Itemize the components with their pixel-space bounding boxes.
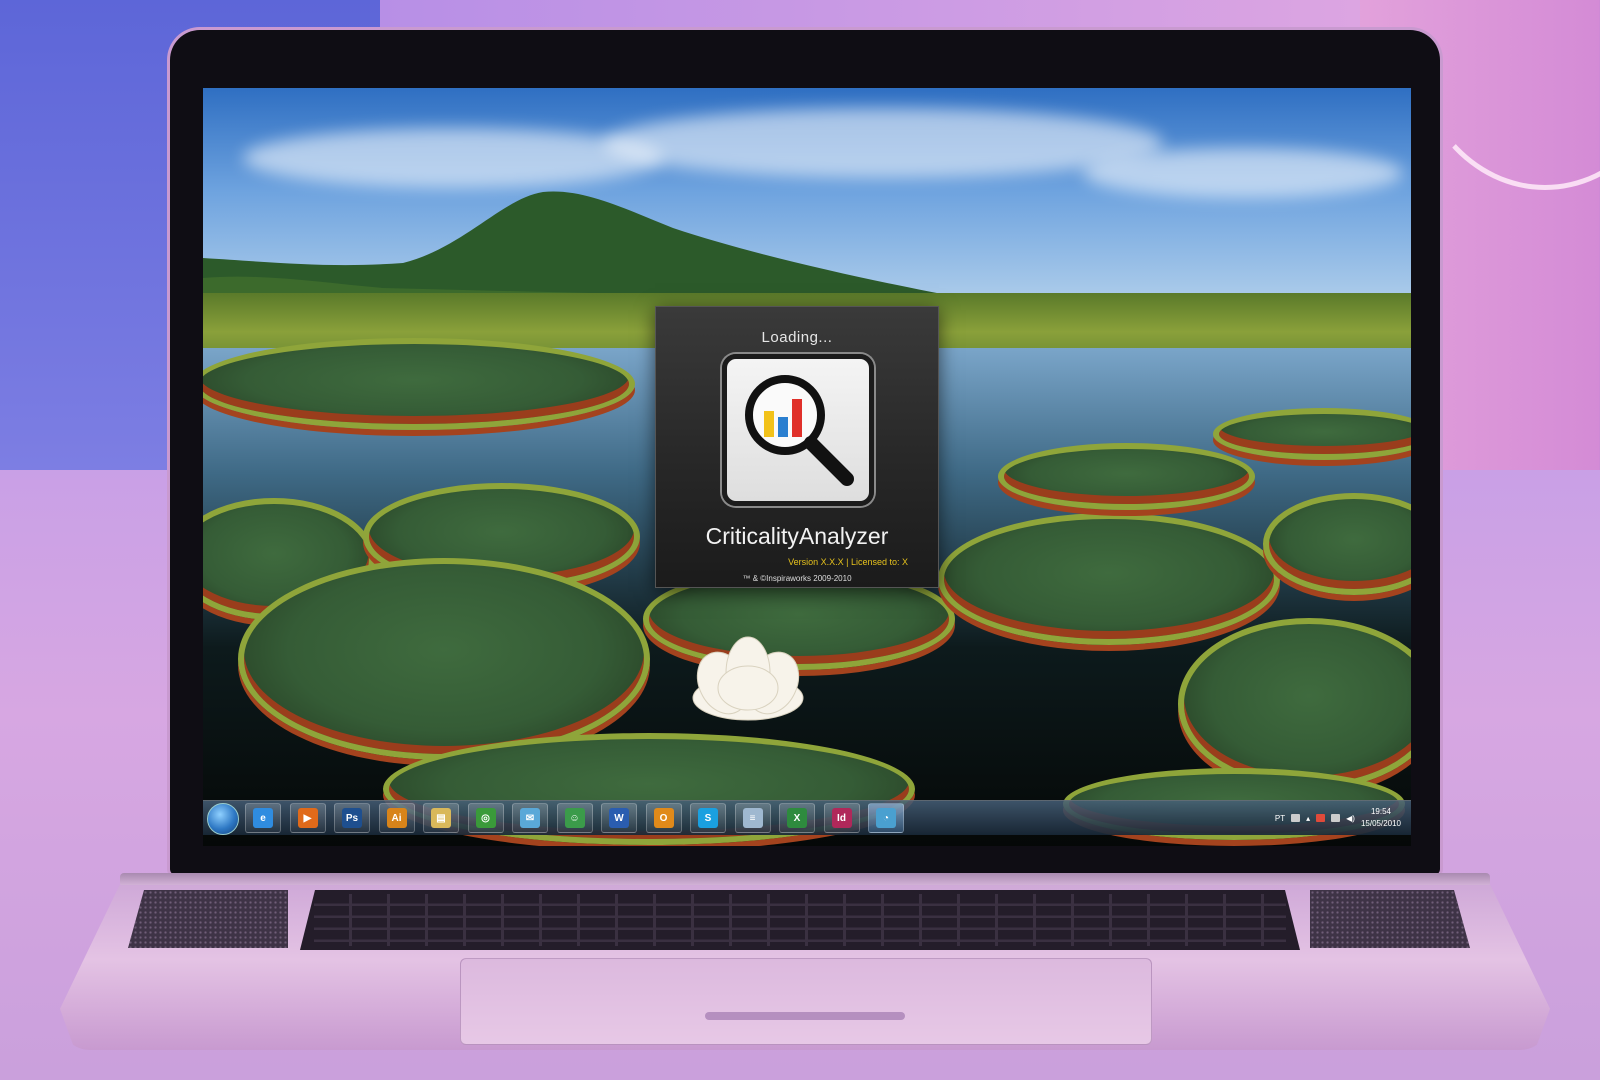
taskbar-messenger-chat-button[interactable]: ✉ [512, 803, 548, 833]
water-lily-flower [692, 636, 804, 721]
show-hidden-icons-icon[interactable]: ▴ [1306, 814, 1310, 823]
taskbar-excel-button[interactable]: X [779, 803, 815, 833]
taskbar-outlook-button[interactable]: O [645, 803, 682, 833]
laptop-hinge [120, 873, 1490, 887]
volume-icon[interactable]: ◀) [1346, 814, 1355, 823]
taskbar-illustrator-button[interactable]: Ai [378, 803, 415, 833]
app-copyright: ™ & ©Inspiraworks 2009-2010 [742, 574, 852, 583]
file-explorer-icon: ▤ [431, 808, 451, 828]
app-logo-tile [722, 354, 874, 506]
excel-icon: X [787, 808, 807, 828]
internet-explorer-icon: e [253, 808, 273, 828]
start-button[interactable] [207, 803, 239, 835]
loading-text: Loading... [761, 329, 833, 346]
action-center-flag-icon[interactable] [1316, 814, 1326, 822]
taskbar: e ▶ Ps Ai ▤ ◎ ✉ ☺ W O S ≡ X Id ◔ PT ▴ ◀) 19:54 15/05/2… [203, 800, 1411, 835]
trackpad [460, 958, 1152, 1045]
taskbar-internet-explorer-button[interactable]: e [245, 803, 281, 833]
magnifier-chart-icon [745, 375, 854, 486]
clock-date: 15/05/2010 [1360, 819, 1401, 828]
taskbar-photoshop-button[interactable]: Ps [334, 803, 370, 833]
splash-screen: Loading... CriticalityAnalyzer Version X… [655, 306, 939, 588]
taskbar-indesign-button[interactable]: Id [823, 803, 860, 833]
taskbar-criticality-analyzer-button[interactable]: ◔ [868, 803, 904, 833]
language-indicator[interactable]: PT [1275, 814, 1285, 823]
system-tray: PT ▴ ◀) 19:54 15/05/2010 [1275, 801, 1401, 835]
laptop-screen: Loading... CriticalityAnalyzer Version X… [203, 88, 1411, 846]
indesign-icon: Id [831, 808, 852, 828]
clock-time: 19:54 [1370, 807, 1391, 816]
keyboard-icon[interactable] [1291, 814, 1301, 822]
photoshop-icon: Ps [342, 808, 362, 828]
speaker-grille-left [128, 890, 288, 948]
skype-icon: S [698, 808, 718, 828]
app-name: CriticalityAnalyzer [705, 523, 889, 549]
taskbar-word-button[interactable]: W [601, 803, 637, 833]
lily-pad [938, 513, 1280, 645]
keyboard [300, 890, 1300, 950]
chrome-icon: ◎ [475, 808, 496, 828]
lily-pad [998, 443, 1255, 510]
media-player-icon: ▶ [297, 808, 318, 828]
speaker-grille-right [1310, 890, 1470, 948]
taskbar-skype-button[interactable]: S [690, 803, 726, 833]
outlook-icon: O [653, 808, 674, 828]
lily-pad [238, 558, 650, 760]
lid-notch [705, 1012, 905, 1020]
clock[interactable]: 19:54 15/05/2010 [1361, 806, 1401, 830]
taskbar-file-explorer-button[interactable]: ▤ [423, 803, 459, 833]
notepad-icon: ≡ [742, 808, 763, 828]
cloud [603, 108, 1163, 178]
word-icon: W [609, 808, 629, 828]
lily-pad [203, 338, 635, 430]
messenger-chat-icon: ✉ [520, 808, 540, 828]
taskbar-media-player-button[interactable]: ▶ [289, 803, 326, 833]
network-icon[interactable] [1331, 814, 1341, 822]
app-version: Version X.X.X | Licensed to: X [788, 557, 908, 567]
taskbar-notepad-button[interactable]: ≡ [734, 803, 771, 833]
illustrator-icon: Ai [386, 808, 407, 828]
live-messenger-icon: ☺ [564, 808, 585, 828]
cloud [243, 128, 663, 188]
criticality-analyzer-icon: ◔ [876, 808, 896, 828]
taskbar-chrome-button[interactable]: ◎ [467, 803, 504, 833]
taskbar-live-messenger-button[interactable]: ☺ [556, 803, 593, 833]
